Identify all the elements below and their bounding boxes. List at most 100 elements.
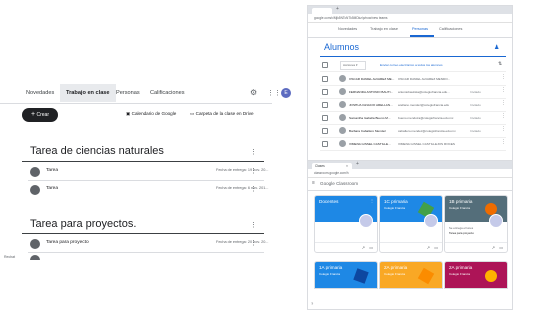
- class-card-title[interactable]: Docentes: [319, 199, 338, 204]
- tab-novedades[interactable]: Novedades: [26, 84, 54, 102]
- student-checkbox[interactable]: [322, 76, 328, 82]
- student-row[interactable]: XIMENA GISSEL CASTILLE... XIMENA GISSEL …: [320, 138, 506, 151]
- avatar: [339, 127, 346, 134]
- class-card[interactable]: 2A primaria Colegio Francia: [379, 261, 443, 289]
- browser-window-people: + google.com/c/Mjk5NTcNTk5MDkz/p/now/new…: [307, 5, 513, 161]
- tab-trabajo-en-clase[interactable]: Trabajo en clase: [370, 27, 398, 31]
- class-card-title[interactable]: 2A primaria: [384, 265, 407, 270]
- google-calendar-link[interactable]: ▣ Calendario de Google: [126, 111, 176, 117]
- card-illustration: [353, 268, 369, 284]
- student-status: Invitado: [470, 102, 481, 107]
- tab-calificaciones[interactable]: Calificaciones: [439, 27, 462, 31]
- class-tabs: Novedades Trabajo en clase Personas Cali…: [20, 84, 270, 102]
- folder-icon[interactable]: ▭: [434, 245, 438, 250]
- assignment-row[interactable]: Tarea para proyecto Fecha de entrega: 20…: [28, 237, 269, 251]
- add-student-icon[interactable]: ♟: [494, 44, 499, 51]
- folder-icon[interactable]: ▭: [499, 245, 503, 250]
- actions-label: Acciones: [343, 63, 356, 67]
- topic-divider: [22, 233, 264, 234]
- tab-personas[interactable]: Personas: [412, 27, 428, 31]
- class-card-title[interactable]: 1A primaria: [319, 265, 342, 270]
- student-name: OSCAR DANIEL ALVAREZ ME...: [349, 76, 395, 81]
- address-bar[interactable]: classroom.google.com/h: [308, 169, 512, 178]
- student-more-icon[interactable]: ⋮: [501, 126, 506, 132]
- assignment-more-icon[interactable]: ⋮: [250, 168, 257, 175]
- tab-trabajo-en-clase[interactable]: Trabajo en clase: [60, 84, 116, 102]
- student-checkbox[interactable]: [322, 141, 328, 147]
- class-card[interactable]: 1B primaria Colegio Francia Se entrega e…: [444, 195, 508, 253]
- card-snippet[interactable]: Tarea para proyecto: [449, 231, 474, 235]
- card-more-icon[interactable]: ⋮: [370, 198, 374, 203]
- left-classroom-panel: Novedades Trabajo en clase Personas Cali…: [0, 0, 291, 308]
- student-checkbox[interactable]: [322, 128, 328, 134]
- avatar: [339, 140, 346, 147]
- avatar: [339, 101, 346, 108]
- class-card[interactable]: 2A primaria Colegio Francia: [444, 261, 508, 289]
- topic-more-icon[interactable]: ⋮: [250, 222, 257, 229]
- actions-dropdown[interactable]: Acciones ▾: [340, 61, 366, 70]
- class-card[interactable]: 1A primaria Colegio Francia: [314, 261, 378, 289]
- student-row[interactable]: Barbara Caballero Mendez caballero.mende…: [320, 125, 506, 138]
- email-all-link[interactable]: Enviar correo electrónico a todos los al…: [380, 63, 443, 67]
- tab-novedades[interactable]: Novedades: [338, 27, 357, 31]
- address-text: classroom.google.com/h: [314, 170, 349, 175]
- student-checkbox[interactable]: [322, 102, 328, 108]
- tab-calificaciones[interactable]: Calificaciones: [150, 84, 185, 102]
- student-more-icon[interactable]: ⋮: [501, 100, 506, 106]
- tabs-divider: [0, 103, 272, 104]
- apps-grid-icon[interactable]: ⋮⋮: [267, 89, 281, 97]
- trend-icon[interactable]: ↗: [427, 245, 430, 250]
- student-row[interactable]: FERNANDA ANTONIO BAUTI... antoniobautist…: [320, 86, 506, 99]
- student-checkbox[interactable]: [322, 89, 328, 95]
- student-checkbox[interactable]: [322, 115, 328, 121]
- folder-icon[interactable]: ▭: [369, 245, 373, 250]
- student-row[interactable]: JOSHUA IGNACIO ARELLAN... arellano.mende…: [320, 99, 506, 112]
- select-all-checkbox[interactable]: [322, 62, 328, 68]
- create-button[interactable]: + Crear: [22, 108, 58, 122]
- student-row[interactable]: Samantha Isabella Bueno M... bueno.mendo…: [320, 112, 506, 125]
- address-bar[interactable]: google.com/c/Mjk5NTcNTk5MDkz/p/now/new t…: [308, 14, 512, 23]
- class-card-footer: ↗ ▭: [380, 242, 442, 252]
- student-more-icon[interactable]: ⋮: [501, 87, 506, 93]
- class-card-subtitle: Colegio Francia: [319, 272, 341, 276]
- class-card[interactable]: Docentes ⋮ ↗ ▭: [314, 195, 378, 253]
- assignment-title: Tarea: [46, 168, 58, 173]
- tab-personas[interactable]: Personas: [116, 84, 140, 102]
- new-tab-icon[interactable]: +: [336, 6, 339, 12]
- drive-folder-link[interactable]: ▭ Carpeta de la clase en Drive: [190, 111, 254, 117]
- help-icon[interactable]: ?: [311, 301, 313, 306]
- class-card[interactable]: 1C primaria Colegio Francia ↗ ▭: [379, 195, 443, 253]
- student-email: arellano.mendez@colegiofrancia.edu: [398, 102, 450, 107]
- folder-icon: ▭: [190, 111, 195, 116]
- topic-title: Tarea de ciencias naturales: [30, 145, 164, 157]
- new-tab-icon[interactable]: +: [356, 161, 359, 167]
- student-more-icon[interactable]: ⋮: [501, 74, 506, 80]
- close-tab-icon[interactable]: ×: [346, 164, 348, 168]
- topic-more-icon[interactable]: ⋮: [250, 149, 257, 156]
- class-card-footer: ↗ ▭: [315, 242, 377, 252]
- student-more-icon[interactable]: ⋮: [501, 113, 506, 119]
- account-avatar[interactable]: E: [281, 88, 291, 98]
- card-illustration: [485, 270, 497, 282]
- settings-gear-icon[interactable]: ⚙: [250, 88, 257, 97]
- student-more-icon[interactable]: ⋮: [501, 139, 506, 145]
- card-due-text: Se entrega el lunes: [449, 226, 474, 230]
- assignment-row[interactable]: Tarea Fecha de entrega: 19 nov. 20...: [28, 165, 269, 179]
- menu-icon[interactable]: ≡: [312, 180, 315, 186]
- avatar-letter: E: [284, 90, 288, 96]
- class-card-title[interactable]: 1B primaria: [449, 199, 473, 204]
- student-status: Invitado: [470, 115, 481, 120]
- assignment-row[interactable]: Tarea Fecha de entrega: 6 nov. 201...: [28, 183, 269, 197]
- class-card-title[interactable]: 1C primaria: [384, 199, 408, 204]
- assignment-icon: [30, 239, 40, 249]
- student-row[interactable]: OSCAR DANIEL ALVAREZ ME... OSCAR DANIEL …: [320, 73, 506, 86]
- class-card-footer: ↗ ▭: [445, 242, 507, 252]
- assignment-more-icon[interactable]: ⋮: [250, 240, 257, 247]
- trend-icon[interactable]: ↗: [492, 245, 495, 250]
- assignment-more-icon[interactable]: ⋮: [250, 186, 257, 193]
- assignment-title: Tarea para proyecto: [46, 240, 89, 245]
- trend-icon[interactable]: ↗: [362, 245, 365, 250]
- sort-icon[interactable]: ⇅: [498, 61, 502, 67]
- class-card-title[interactable]: 2A primaria: [449, 265, 472, 270]
- student-status: Invitado: [470, 128, 481, 133]
